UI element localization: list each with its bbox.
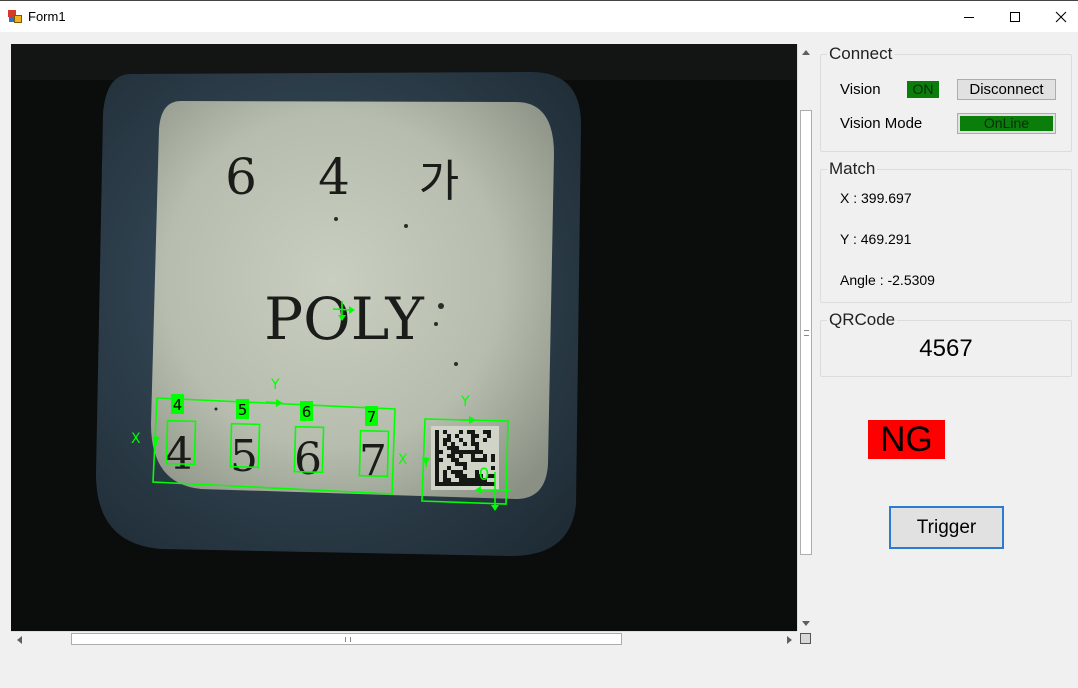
match-legend: Match <box>827 159 878 178</box>
match-y-value: Y : 469.291 <box>840 231 912 247</box>
match-group: Match X : 399.697 Y : 469.291 Angle : -2… <box>820 160 1072 303</box>
vision-mode-label: Vision Mode <box>840 115 923 132</box>
close-icon <box>1055 11 1067 22</box>
match-angle-value: Angle : -2.5309 <box>840 272 935 288</box>
vertical-scroll-thumb[interactable] <box>800 110 812 555</box>
connect-legend: Connect <box>827 44 895 63</box>
scroll-up-button[interactable] <box>798 44 814 60</box>
window-title: Form1 <box>28 9 66 24</box>
qrcode-group: QRCode 4567 <box>820 311 1072 377</box>
maximize-icon <box>1010 11 1020 22</box>
card-char-2: 4 <box>318 148 350 206</box>
vertical-scrollbar[interactable] <box>797 44 813 631</box>
scroll-right-icon <box>786 635 792 644</box>
roi-x-label: X <box>131 431 141 447</box>
vision-status-indicator: ON <box>907 81 939 98</box>
card-digit-2: 5 <box>230 431 258 482</box>
minimize-icon <box>964 16 974 18</box>
app-icon <box>8 10 22 23</box>
horizontal-scroll-thumb[interactable] <box>71 633 622 645</box>
card-char-3: 가 <box>419 156 459 207</box>
qr-result-label: 0 <box>479 465 490 485</box>
card-digit-3: 6 <box>294 434 322 485</box>
vision-label: Vision <box>840 81 881 98</box>
scroll-left-button[interactable] <box>11 632 27 647</box>
qrcode-value: 4567 <box>919 335 973 362</box>
scroll-corner <box>797 631 813 646</box>
qr-x-label: X <box>398 452 408 468</box>
camera-image: 6 4 가 POLY 4 5 6 7 X Y X Y 4 5 6 7 0 <box>11 44 797 631</box>
close-button[interactable] <box>1038 1 1078 32</box>
card-digit-4: 7 <box>359 436 387 487</box>
vision-mode-value: OnLine <box>960 116 1053 131</box>
horizontal-scrollbar[interactable] <box>11 631 797 646</box>
card-char-1: 6 <box>225 148 257 206</box>
disconnect-button[interactable]: Disconnect <box>957 79 1056 100</box>
vision-mode-toggle[interactable]: OnLine <box>957 113 1056 134</box>
scroll-right-button[interactable] <box>781 632 797 647</box>
scroll-up-icon <box>802 49 810 55</box>
qr-y-label: Y <box>460 394 470 410</box>
scroll-down-icon <box>802 620 810 626</box>
ocr-label-1: 4 <box>173 396 183 414</box>
roi-y-label: Y <box>270 377 280 393</box>
maximize-button[interactable] <box>992 1 1038 32</box>
ocr-label-3: 6 <box>302 403 312 421</box>
connect-group: Connect Vision ON Disconnect Vision Mode… <box>820 45 1072 152</box>
result-status-badge: NG <box>868 420 945 459</box>
qrcode-legend: QRCode <box>827 310 898 329</box>
card-word-poly: POLY <box>264 285 424 353</box>
scroll-down-button[interactable] <box>798 615 814 631</box>
ocr-label-2: 5 <box>238 401 248 419</box>
minimize-button[interactable] <box>946 1 992 32</box>
match-x-value: X : 399.697 <box>840 190 912 206</box>
card-digit-1: 4 <box>165 429 193 480</box>
trigger-button[interactable]: Trigger <box>889 506 1004 549</box>
title-bar: Form1 <box>0 0 1078 32</box>
ocr-label-4: 7 <box>367 408 377 426</box>
camera-image-view[interactable]: 6 4 가 POLY 4 5 6 7 X Y X Y 4 5 6 7 0 <box>11 44 797 631</box>
scroll-left-icon <box>16 635 22 644</box>
